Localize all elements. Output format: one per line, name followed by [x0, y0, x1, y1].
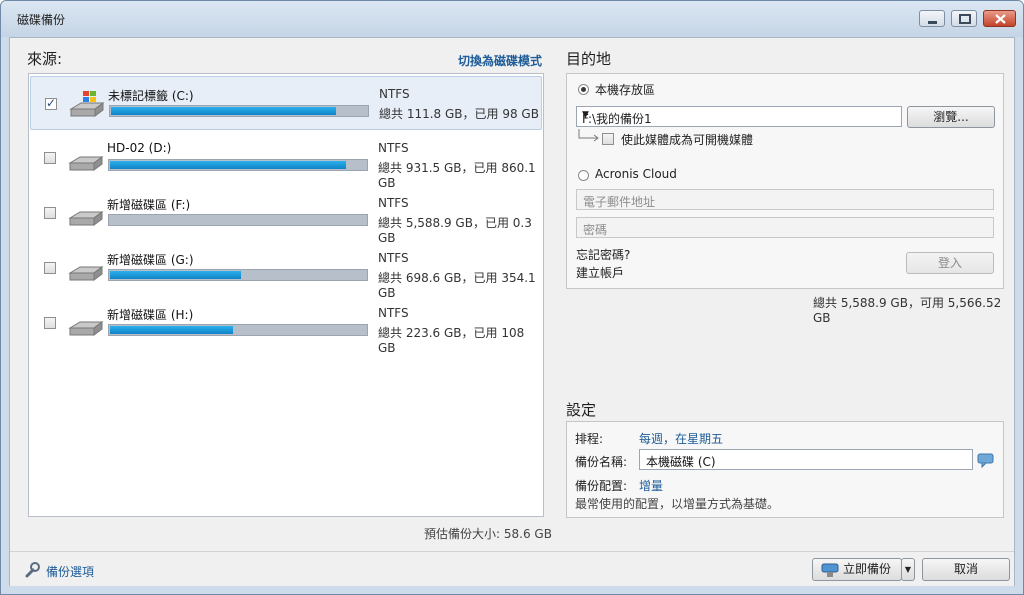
minimize-button[interactable]	[919, 10, 945, 27]
close-icon	[995, 14, 1006, 24]
drive-checkbox[interactable]	[44, 317, 56, 329]
password-field[interactable]: 密碼	[576, 217, 994, 238]
usage-fill	[110, 161, 346, 169]
drive-name: 新增磁碟區 (G:)	[107, 253, 194, 267]
destination-heading: 目的地	[566, 50, 612, 68]
usage-bar	[108, 214, 368, 226]
acronis-cloud-label: Acronis Cloud	[595, 167, 677, 181]
backup-window: 磁碟備份 來源: 切換為磁碟模式 ✓ 未標記標籤 (C:) NTFS 總共 11…	[0, 0, 1024, 595]
drive-row[interactable]: 新增磁碟區 (G:) NTFS 總共 698.6 GB，已用 354.1 GB	[30, 241, 542, 300]
system-drive-icon	[69, 91, 105, 124]
main-content: 來源: 切換為磁碟模式 未標記標籤 (C:) NTFS 總共 111.8	[9, 37, 1015, 586]
drive-row[interactable]: HD-02 (D:) NTFS 總共 931.5 GB，已用 860.1 GB	[30, 131, 542, 190]
backup-now-dropdown[interactable]: ▼	[901, 558, 915, 581]
drive-name: 新增磁碟區 (F:)	[107, 198, 191, 212]
drive-filesystem: NTFS	[378, 251, 409, 265]
drive-filesystem: NTFS	[378, 141, 409, 155]
close-button[interactable]	[983, 10, 1016, 27]
backup-name-value: 本機磁碟 (C)	[646, 455, 716, 469]
drive-row[interactable]: 未標記標籤 (C:) NTFS 總共 111.8 GB，已用 98 GB	[30, 76, 542, 130]
bootable-media-label: 使此媒體成為可開機媒體	[621, 133, 754, 147]
create-account-link[interactable]: 建立帳戶	[576, 264, 624, 281]
usage-fill	[110, 271, 241, 279]
scheme-label: 備份配置:	[575, 479, 628, 493]
usage-bar	[108, 269, 368, 281]
email-placeholder: 電子郵件地址	[583, 195, 656, 209]
maximize-icon	[959, 14, 971, 24]
usage-bar	[108, 324, 368, 336]
drive-checkbox[interactable]	[44, 207, 56, 219]
usage-bar	[109, 105, 369, 117]
drive-size: 總共 111.8 GB，已用 98 GB	[379, 107, 539, 121]
backup-now-label: 立即備份	[843, 562, 892, 576]
drive-name: 未標記標籤 (C:)	[108, 89, 194, 103]
title-bar: 磁碟備份	[1, 1, 1023, 37]
email-field[interactable]: 電子郵件地址	[576, 189, 994, 210]
login-button[interactable]: 登入	[906, 252, 994, 274]
drive-name: HD-02 (D:)	[107, 141, 172, 155]
drive-checkbox[interactable]	[44, 262, 56, 274]
hard-drive-icon	[68, 255, 104, 288]
switch-to-disk-mode-link[interactable]: 切換為磁碟模式	[458, 52, 542, 69]
usage-fill	[111, 107, 336, 115]
destination-path-combo[interactable]: F:\我的備份1 ▼	[576, 106, 902, 127]
backup-now-button[interactable]: 立即備份	[812, 558, 902, 581]
scheme-link[interactable]: 增量	[639, 477, 663, 494]
source-heading: 來源:	[27, 50, 63, 68]
hard-drive-icon	[68, 310, 104, 343]
scheme-description: 最常使用的配置，以增量方式為基礎。	[575, 497, 780, 511]
browse-button[interactable]: 瀏覽...	[907, 106, 995, 128]
drive-name: 新增磁碟區 (H:)	[107, 308, 194, 322]
drive-row[interactable]: 新增磁碟區 (F:) NTFS 總共 5,588.9 GB，已用 0.3 GB	[30, 186, 542, 245]
hard-drive-icon	[68, 145, 104, 178]
destination-capacity: 總共 5,588.9 GB，可用 5,566.52 GB	[813, 296, 1002, 325]
drive-filesystem: NTFS	[379, 87, 410, 101]
acronis-cloud-radio[interactable]	[578, 170, 589, 181]
drive-filesystem: NTFS	[378, 196, 409, 210]
hard-drive-icon	[68, 200, 104, 233]
local-storage-radio[interactable]	[578, 84, 589, 95]
backup-name-input[interactable]: 本機磁碟 (C)	[639, 449, 973, 470]
source-drive-list: 未標記標籤 (C:) NTFS 總共 111.8 GB，已用 98 GB HD-…	[28, 73, 544, 517]
chevron-down-icon: ▼	[582, 110, 589, 120]
window-title: 磁碟備份	[17, 13, 66, 27]
settings-heading: 設定	[566, 401, 597, 419]
local-storage-label: 本機存放區	[595, 83, 656, 97]
footer-bar: 備份選項 立即備份 ▼ 取消	[10, 551, 1014, 586]
drive-row[interactable]: 新增磁碟區 (H:) NTFS 總共 223.6 GB，已用 108 GB	[30, 296, 542, 355]
settings-panel: 排程: 每週，在星期五 備份名稱: 本機磁碟 (C) 備份配置: 增量 最常使用…	[566, 421, 1004, 518]
bootable-media-checkbox[interactable]	[602, 133, 614, 145]
backup-options-link[interactable]: 備份選項	[46, 563, 94, 580]
schedule-link[interactable]: 每週，在星期五	[639, 430, 723, 447]
schedule-label: 排程:	[575, 432, 604, 446]
forgot-password-link[interactable]: 忘記密碼?	[576, 246, 630, 263]
drive-checkbox[interactable]	[44, 152, 56, 164]
comment-icon[interactable]	[977, 452, 995, 471]
chevron-down-icon: ▼	[904, 565, 912, 574]
wrench-icon	[24, 562, 40, 581]
cancel-button[interactable]: 取消	[922, 558, 1010, 581]
usage-fill	[110, 326, 233, 334]
destination-panel: 本機存放區 F:\我的備份1 ▼ 瀏覽... 使此媒體成為可開機媒體 Acron…	[566, 73, 1004, 289]
drive-size: 總共 223.6 GB，已用 108 GB	[378, 326, 525, 355]
drive-checkbox[interactable]	[45, 96, 57, 110]
password-placeholder: 密碼	[583, 223, 608, 237]
drive-filesystem: NTFS	[378, 306, 409, 320]
backup-name-label: 備份名稱:	[575, 455, 628, 469]
usage-bar	[108, 159, 368, 171]
minimize-icon	[928, 21, 937, 24]
estimated-backup-size: 預估備份大小: 58.6 GB	[424, 527, 552, 541]
maximize-button[interactable]	[951, 10, 977, 27]
indent-arrow-icon	[577, 129, 601, 146]
backup-icon	[821, 562, 839, 585]
